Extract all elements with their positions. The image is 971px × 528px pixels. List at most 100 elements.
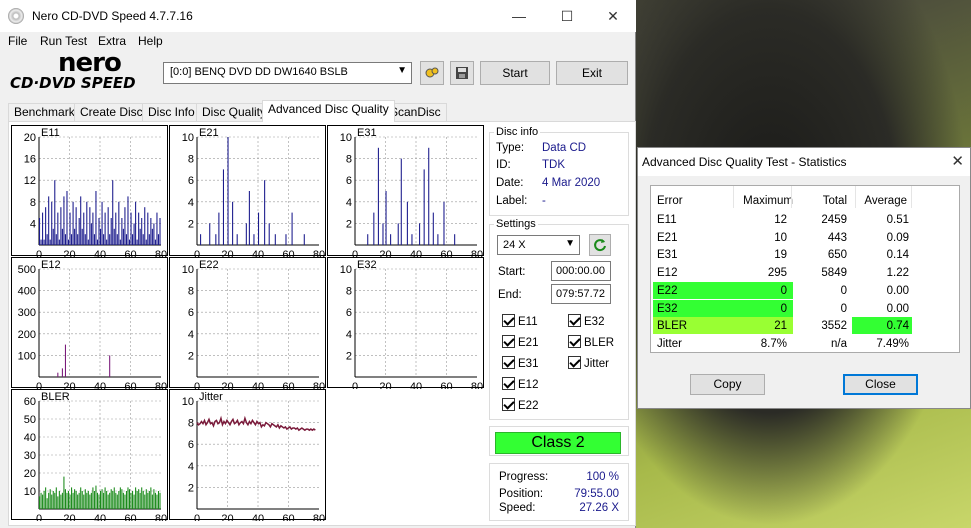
data-bar [154,239,156,245]
x-tick-label: 0 [36,513,42,521]
menu-file[interactable]: File [8,34,27,48]
check-e12[interactable]: E12 [502,377,538,391]
y-tick-label: 10 [340,264,352,276]
graph-title: E21 [199,127,219,139]
stats-cell: 8.7% [760,337,787,350]
check-e31[interactable]: E31 [502,356,538,370]
end-label: End: [498,289,522,301]
tab-disc-quality[interactable]: Disc Quality [196,103,273,122]
y-tick-label: 8 [346,286,352,298]
data-bar [103,234,105,245]
data-bar [141,487,143,509]
data-bar [145,489,147,509]
y-tick-label: 4 [30,218,36,230]
y-tick-label: 4 [188,329,194,341]
save-button[interactable] [450,61,474,85]
minimize-button[interactable]: — [496,0,542,32]
drive-info-button[interactable] [420,61,444,85]
window-title: Nero CD-DVD Speed 4.7.7.16 [32,9,193,23]
data-bar [78,492,80,509]
close-button[interactable]: ✕ [590,0,636,32]
data-bar [77,234,79,245]
stats-cell: 0.00 [886,302,909,315]
data-bar [264,180,266,245]
data-bar [144,207,146,245]
data-bar [148,234,150,245]
x-tick-label: 0 [194,249,200,257]
data-bar [209,223,211,245]
data-bar [71,234,73,245]
menu-run-test[interactable]: Run Test [40,34,87,48]
data-bar [109,234,111,245]
stats-header-maximum: Maximum [743,195,793,207]
x-tick-label: 60 [282,249,294,257]
y-tick-label: 6 [346,307,352,319]
refresh-speed-button[interactable] [589,234,611,256]
data-bar [136,239,138,245]
data-bar [127,196,129,245]
check-e22[interactable]: E22 [502,398,538,412]
check-e21[interactable]: E21 [502,335,538,349]
menu-help[interactable]: Help [138,34,163,48]
data-bar [106,239,108,245]
y-tick-label: 10 [182,264,194,276]
data-bar [200,234,202,245]
tab-create-disc[interactable]: Create Disc [74,103,149,122]
y-tick-label: 60 [24,396,36,408]
x-tick-label: 60 [124,513,136,521]
menu-extra[interactable]: Extra [98,34,126,48]
data-bar [406,201,408,245]
data-bar [57,372,59,377]
data-bar [57,212,59,245]
graph-e21: 2 4 6 8 10 0 20 40 60 80 E21 [169,125,326,257]
data-bar [39,496,41,509]
end-time-input[interactable]: 079:57.72 [551,284,611,304]
data-bar [63,476,65,509]
x-tick-label: 0 [36,249,42,257]
data-bar [253,234,255,245]
data-bar [377,147,379,245]
data-bar [113,228,115,245]
check-e32[interactable]: E32 [568,314,604,328]
disc-info-heading: Disc info [494,126,541,138]
tab-advanced-disc-quality[interactable]: Advanced Disc Quality [262,100,395,122]
speed-select[interactable]: 24 X ▼ [497,235,580,255]
data-bar [77,494,79,509]
stats-cell: E11 [657,214,677,226]
check-e11[interactable]: E11 [502,314,538,328]
maximize-button[interactable]: ☐ [544,0,590,32]
dialog-close-icon[interactable]: ✕ [951,152,964,170]
x-tick-label: 20 [221,381,233,389]
stats-cell: E32 [657,302,678,315]
start-button[interactable]: Start [480,61,550,85]
y-tick-label: 20 [24,468,36,480]
exit-button[interactable]: Exit [556,61,628,85]
dialog-close-button[interactable]: Close [843,374,918,395]
start-time-input[interactable]: 000:00.00 [551,261,611,281]
check-jitter[interactable]: Jitter [568,356,609,370]
data-bar [61,368,63,377]
drive-select[interactable]: [0:0] BENQ DVD DD DW1640 BSLB ▼ [163,62,412,84]
data-bar [268,223,270,245]
data-bar [150,218,152,245]
y-tick-label: 400 [18,286,36,298]
y-tick-label: 200 [18,329,36,341]
x-tick-label: 0 [194,381,200,389]
data-bar [72,492,74,509]
tab-disc-info[interactable]: Disc Info [142,103,201,122]
refresh-icon [594,239,606,252]
y-tick-label: 2 [346,218,352,230]
copy-button[interactable]: Copy [690,374,765,395]
data-bar [245,223,247,245]
data-bar [142,491,144,509]
data-bar [128,239,131,245]
x-tick-label: 80 [155,513,167,521]
data-bar [157,491,160,509]
data-bar [61,492,63,509]
tab-benchmark[interactable]: Benchmark [8,103,81,122]
data-bar [130,212,132,245]
check-bler[interactable]: BLER [568,335,614,349]
data-bar [51,494,53,509]
data-bar [46,234,48,245]
data-bar [139,492,141,509]
